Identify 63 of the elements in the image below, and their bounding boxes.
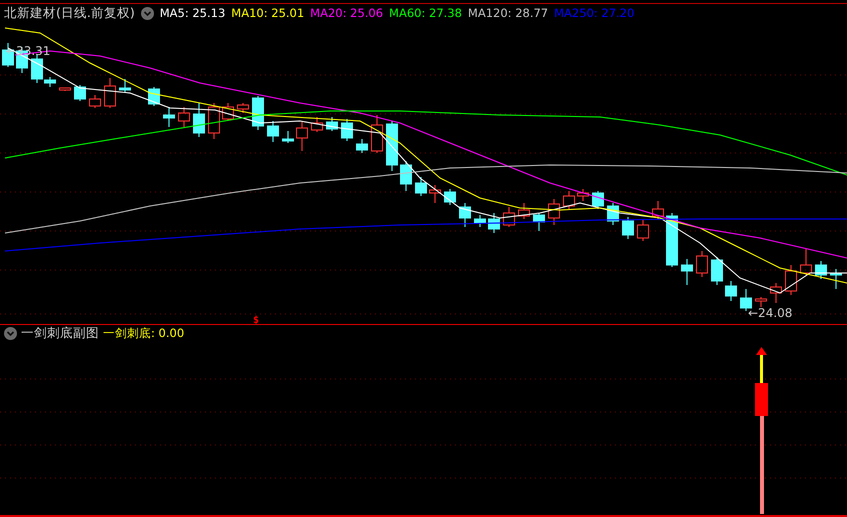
candlestick xyxy=(119,78,131,92)
candlestick xyxy=(356,138,368,154)
candlestick xyxy=(518,202,530,220)
candlestick xyxy=(163,106,175,128)
candlestick xyxy=(800,248,812,276)
candlestick xyxy=(89,94,101,108)
candlestick xyxy=(400,160,412,192)
candlestick xyxy=(622,216,634,240)
candlestick xyxy=(533,212,545,232)
candlestick xyxy=(371,114,383,154)
candlestick xyxy=(652,200,664,220)
indicator-value: MA250: 27.20 xyxy=(554,6,634,20)
candlestick xyxy=(311,116,323,132)
indicator-title: 一剑刺底副图 xyxy=(21,324,99,342)
candlestick xyxy=(592,190,604,210)
candlestick xyxy=(193,102,205,138)
candlestick xyxy=(563,190,575,210)
indicator-value: MA5: 25.13 xyxy=(160,6,226,20)
dropdown-icon[interactable] xyxy=(4,326,17,340)
indicator-value: MA10: 25.01 xyxy=(231,6,304,20)
candlestick xyxy=(459,202,471,228)
candlestick xyxy=(296,120,308,152)
candlestick xyxy=(711,256,723,286)
candlestick xyxy=(548,198,560,226)
candlestick xyxy=(341,118,353,142)
candlestick xyxy=(237,102,249,114)
candlestick xyxy=(607,202,619,226)
candlestick xyxy=(815,260,827,280)
indicator-value: MA20: 25.06 xyxy=(310,6,384,20)
candlestick xyxy=(148,86,160,106)
candlestick xyxy=(386,120,398,172)
candlestick xyxy=(208,102,220,140)
candlestick xyxy=(785,264,797,296)
candlestick xyxy=(415,176,427,196)
candlestick xyxy=(770,282,782,304)
candlestick xyxy=(252,95,264,130)
candlestick xyxy=(282,130,294,144)
chart-title: 北新建材(日线.前复权) xyxy=(4,4,135,22)
candlestick xyxy=(474,214,486,228)
candlestick xyxy=(637,218,649,242)
candlestick xyxy=(326,116,338,132)
candlestick xyxy=(104,77,116,108)
candlestick xyxy=(444,188,456,206)
indicator-value: MA60: 27.38 xyxy=(389,6,462,20)
candlestick xyxy=(696,250,708,278)
candlestick xyxy=(488,212,500,234)
indicator-value: 一剑刺底: 0.00 xyxy=(103,326,184,341)
candlestick xyxy=(429,184,441,204)
dropdown-icon[interactable] xyxy=(140,6,154,20)
candlestick xyxy=(577,188,589,202)
candlestick xyxy=(267,120,279,142)
candlestick xyxy=(755,296,767,308)
candlestick xyxy=(74,84,86,102)
candlestick xyxy=(725,280,737,302)
price-label: ←24.08 xyxy=(748,306,792,320)
candlestick xyxy=(681,258,693,286)
candlestick xyxy=(666,212,678,268)
candlestick xyxy=(222,102,234,122)
candlestick xyxy=(830,268,842,290)
candlestick xyxy=(178,106,190,128)
indicator-value: MA120: 28.77 xyxy=(468,6,548,20)
candlestick xyxy=(59,87,71,92)
candlestick xyxy=(503,206,515,228)
